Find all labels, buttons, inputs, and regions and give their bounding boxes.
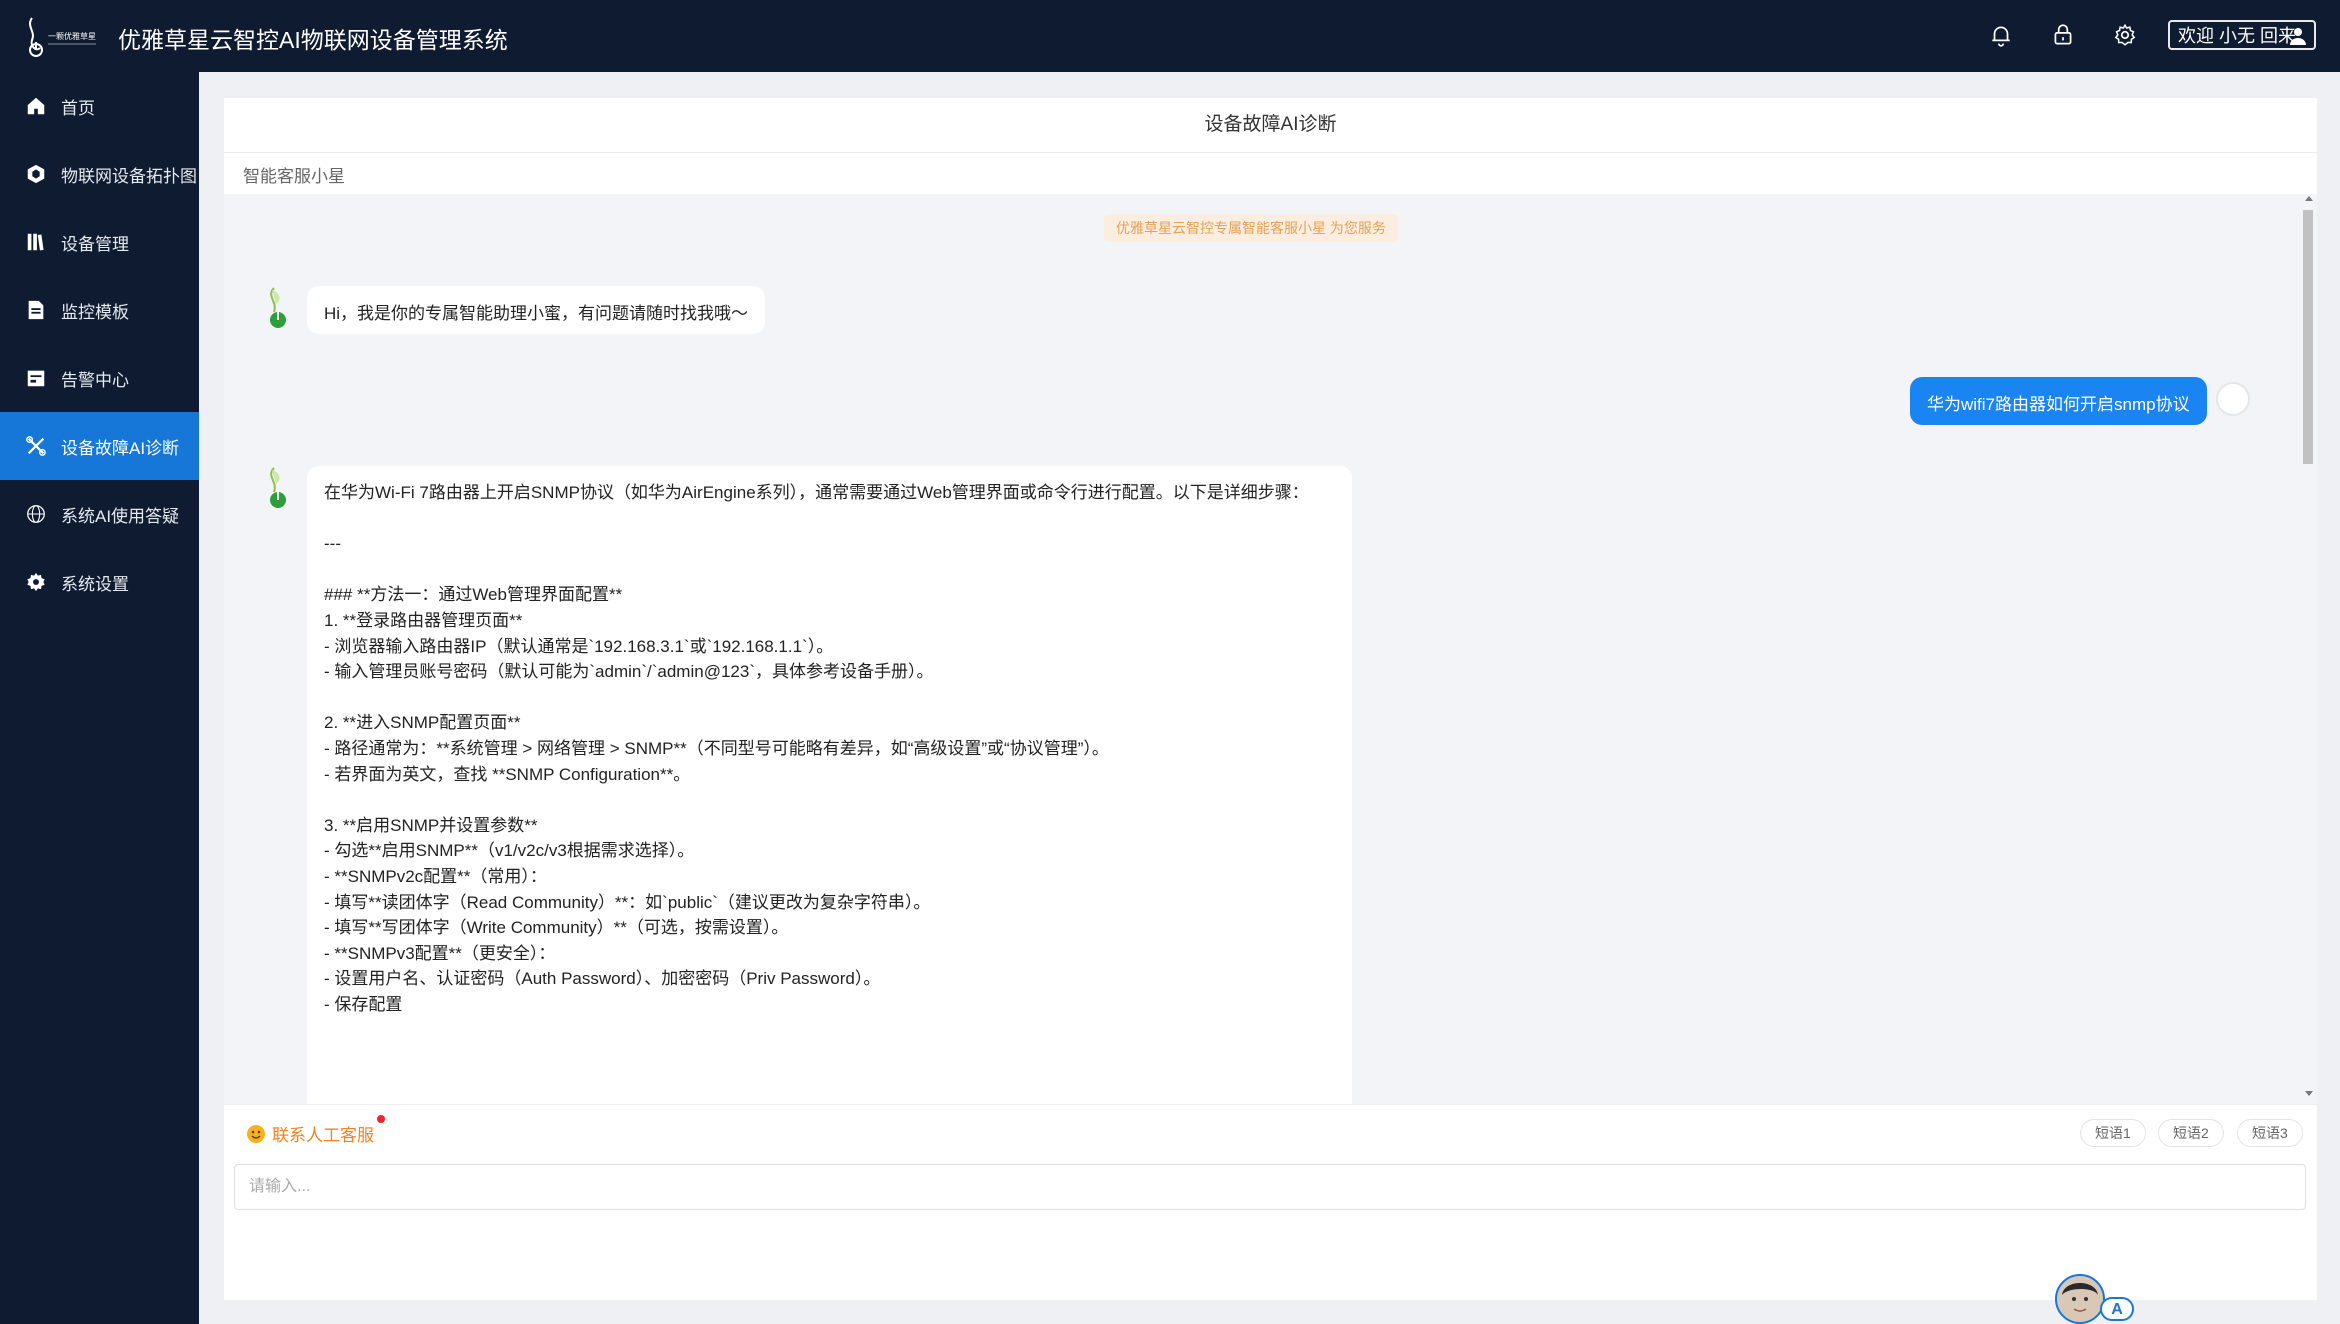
quick-phrase-1[interactable]: 短语1 [2080,1119,2146,1147]
bot-name: 智能客服小星 [243,167,345,186]
gear-icon [27,572,45,592]
sidebar-item-label: 告警中心 [61,370,129,390]
smile-icon [247,1124,265,1143]
books-icon [27,233,44,251]
sidebar-item-fault-diagnosis[interactable]: 设备故障AI诊断 [0,412,199,480]
page-title: 设备故障AI诊断 [224,98,2317,153]
bot-answer-message: 在华为Wi-Fi 7路由器上开启SNMP协议（如华为AirEngine系列），通… [307,466,1352,1104]
sidebar-item-topology[interactable]: 物联网设备拓扑图 [0,140,199,208]
sidebar-item-label: 系统设置 [61,574,129,594]
contact-human-agent-button[interactable]: 联系人工客服 [246,1121,374,1146]
sidebar-item-alarm-center[interactable]: 告警中心 [0,344,199,412]
sidebar-item-label: 系统AI使用答疑 [61,506,180,526]
bot-message: Hi，我是你的专属智能助理小蜜，有问题请随时找我哦～ [307,286,766,334]
chat-area[interactable]: 优雅草星云智控专属智能客服小星 为您服务 Hi，我是你的专属智能助理小蜜，有问题… [224,194,2317,1104]
main-panel: 设备故障AI诊断 智能客服小星 优雅草星云智控专属智能客服小星 为您服务 Hi，… [224,98,2317,1300]
sidebar-item-ai-qa[interactable]: 系统AI使用答疑 [0,480,199,548]
svg-text:一颗优雅草星: 一颗优雅草星 [48,31,96,41]
sidebar-item-label: 监控模板 [61,302,129,322]
sidebar-item-label: 设备故障AI诊断 [61,438,180,458]
globe-icon [27,505,45,523]
tools-icon [26,436,46,456]
app-title: 优雅草星云智控AI物联网设备管理系统 [118,27,508,53]
user-message: 华为wifi7路由器如何开启snmp协议 [1910,377,2207,425]
chat-toolbar: 联系人工客服 短语1 短语2 短语3 [224,1104,2317,1165]
lock-icon[interactable] [2050,22,2076,48]
assistant-avatar[interactable] [2054,1273,2106,1324]
service-notice: 优雅草星云智控专属智能客服小星 为您服务 [1104,214,1398,242]
sidebar-item-home[interactable]: 首页 [0,72,199,140]
quick-phrase-2[interactable]: 短语2 [2158,1119,2224,1147]
bell-icon[interactable] [1988,22,2014,48]
user-icon [2290,28,2306,45]
welcome-text: 欢迎 小无 回来 [2178,26,2297,46]
cube-icon [27,164,45,184]
scroll-down-arrow-icon[interactable] [2305,1091,2313,1096]
sidebar-item-label: 物联网设备拓扑图 [61,166,197,186]
scroll-up-arrow-icon[interactable] [2305,196,2313,201]
quick-phrase-3[interactable]: 短语3 [2237,1119,2303,1147]
home-icon [27,97,45,115]
user-avatar [2216,382,2250,416]
sidebar-item-device-management[interactable]: 设备管理 [0,208,199,276]
chat-scrollbar-thumb[interactable] [2303,210,2313,464]
chat-input[interactable] [234,1164,2306,1210]
sidebar: 首页 物联网设备拓扑图 设备管理 监控模板 告警中心 设备故障AI诊断 系统AI… [0,72,199,1324]
document-icon [28,300,44,320]
sidebar-item-monitor-template[interactable]: 监控模板 [0,276,199,344]
contact-label: 联系人工客服 [272,1126,374,1145]
sidebar-item-label: 设备管理 [61,234,129,254]
bot-avatar-icon [270,287,286,328]
notification-dot [377,1115,385,1123]
brand-logo: 一颗优雅草星 [29,17,96,57]
gear-icon[interactable] [2112,22,2138,48]
top-bar: 一颗优雅草星 优雅草星云智控AI物联网设备管理系统 欢迎 小无 回来 [0,0,2340,72]
user-menu[interactable]: 欢迎 小无 回来 [2168,20,2316,50]
sidebar-item-system-settings[interactable]: 系统设置 [0,548,199,616]
calendar-icon [27,370,45,387]
bot-avatar-icon [270,467,286,508]
assistant-badge[interactable]: A [2100,1297,2134,1321]
sidebar-item-label: 首页 [61,98,95,118]
